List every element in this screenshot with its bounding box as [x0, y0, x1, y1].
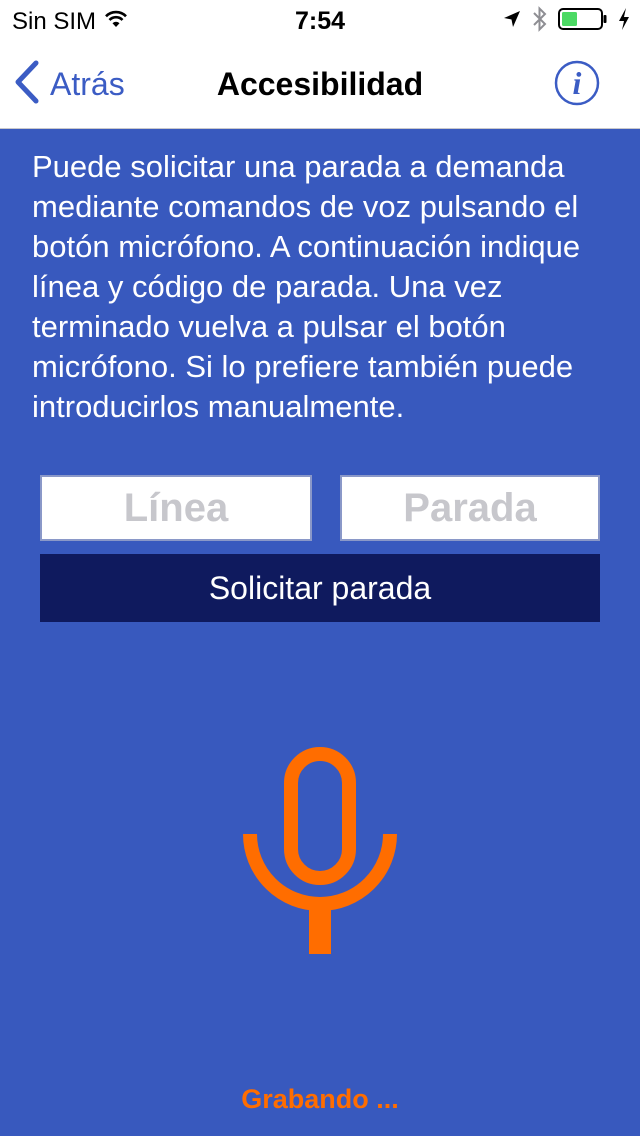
svg-text:i: i	[573, 65, 582, 101]
linea-input[interactable]: Línea	[40, 475, 312, 541]
page-title: Accesibilidad	[216, 66, 424, 102]
request-stop-button[interactable]: Solicitar parada	[40, 554, 600, 622]
microphone-button[interactable]	[240, 744, 400, 956]
location-arrow-icon	[502, 9, 522, 34]
microphone-icon	[240, 747, 400, 960]
navigation-bar: Atrás Accesibilidad i	[0, 40, 640, 129]
screen: Sin SIM 7:54 Atrás Accesibilidad i Puede…	[0, 0, 640, 1136]
status-icons	[502, 6, 630, 37]
bluetooth-icon	[532, 6, 548, 37]
info-icon: i	[554, 60, 600, 110]
instructions-text: Puede solicitar una parada a demanda med…	[32, 149, 581, 424]
recording-status: Grabando ...	[241, 1084, 399, 1114]
main-content: Puede solicitar una parada a demanda med…	[0, 129, 640, 1136]
charging-bolt-icon	[618, 7, 630, 36]
info-button[interactable]: i	[554, 60, 600, 106]
parada-input[interactable]: Parada	[340, 475, 600, 541]
status-bar: Sin SIM 7:54	[0, 0, 640, 40]
battery-icon	[558, 7, 608, 36]
